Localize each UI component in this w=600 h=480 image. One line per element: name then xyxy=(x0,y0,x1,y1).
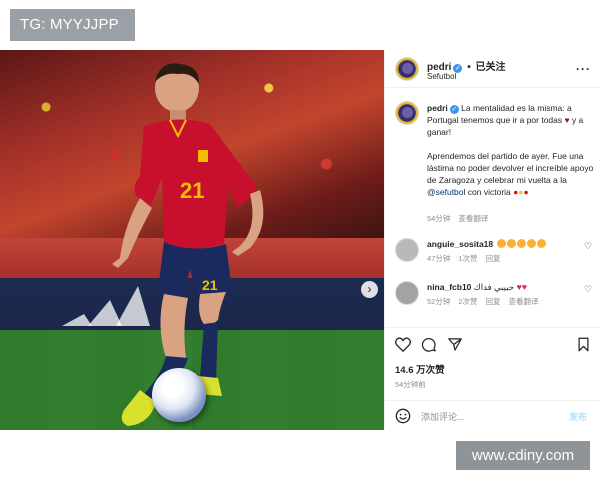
comment-likes[interactable]: 2次赞 xyxy=(458,297,477,306)
post-side-panel: pedri ✓ • 已关注 Sefutbol ··· pedri ✓ La ment… xyxy=(384,50,600,430)
circle-emojis-icon: ●●● xyxy=(513,187,529,197)
commenter-avatar[interactable] xyxy=(395,238,419,262)
caption-line1: La mentalidad es la misma: a Portugal te… xyxy=(427,103,572,125)
see-translation-button[interactable]: 查看翻译 xyxy=(458,214,488,223)
caption-meta: 54分钟 查看翻译 xyxy=(427,213,488,224)
follow-status-button[interactable]: 已关注 xyxy=(476,62,506,73)
author-avatar[interactable] xyxy=(395,57,419,81)
post-comment-button[interactable]: 发布 xyxy=(569,410,587,423)
commenter-username[interactable]: nina_fcb10 xyxy=(427,282,471,292)
likes-count[interactable]: 14.6 万次赞 xyxy=(395,362,445,376)
watermark-bottom: www.cdiny.com xyxy=(456,441,590,470)
see-translation-button[interactable]: 查看翻译 xyxy=(509,297,539,306)
share-icon[interactable] xyxy=(447,337,463,352)
post-photo[interactable]: 21 21 › xyxy=(0,50,384,430)
more-options-icon[interactable]: ··· xyxy=(576,62,591,76)
comment-time[interactable]: 47分钟 xyxy=(427,254,450,263)
post-header: pedri ✓ • 已关注 Sefutbol ··· xyxy=(385,50,600,88)
reply-button[interactable]: 回复 xyxy=(486,254,501,263)
comment-like-heart-icon[interactable]: ♡ xyxy=(584,284,592,295)
flag-emoji-icon: ♥ xyxy=(564,115,570,125)
comment-like-heart-icon[interactable]: ♡ xyxy=(584,241,592,252)
comment-line: nina_fcb10 حبيبي فداك ♥♥ xyxy=(427,282,527,293)
bookmark-icon[interactable] xyxy=(577,337,590,352)
add-comment-bar: 添加评论... 发布 xyxy=(385,400,600,430)
caption-line2: Aprendemos del partido de ayer. Fue una … xyxy=(427,151,594,185)
svg-text:21: 21 xyxy=(202,277,218,293)
heart-icon[interactable] xyxy=(395,337,411,352)
comment-text: حبيبي فداك xyxy=(473,282,515,292)
post-actions xyxy=(385,327,600,357)
commenter-username[interactable]: anguie_sosita18 xyxy=(427,239,493,249)
football xyxy=(152,368,206,422)
comment-likes[interactable]: 1次赞 xyxy=(458,254,477,263)
caption-avatar[interactable] xyxy=(395,101,419,125)
player-figure: 21 21 xyxy=(112,63,264,426)
comment-icon[interactable] xyxy=(421,337,437,352)
caption-line2-end: con victoria xyxy=(467,187,511,197)
comment-item: anguie_sosita18 47分钟 1次赞 回复 ♡ xyxy=(385,236,600,276)
mention-link[interactable]: @sefutbol xyxy=(427,187,465,197)
comment-meta: 52分钟 2次赞 回复 查看翻译 xyxy=(427,296,539,307)
svg-text:21: 21 xyxy=(180,178,204,203)
carousel-next-button[interactable]: › xyxy=(361,281,378,298)
comment-meta: 47分钟 1次赞 回复 xyxy=(427,253,501,264)
author-line: pedri ✓ • 已关注 xyxy=(427,58,506,73)
caption-text: pedri ✓ La mentalidad es la misma: a Port… xyxy=(427,102,597,198)
separator-dot: • xyxy=(467,62,471,73)
comment-time[interactable]: 52分钟 xyxy=(427,297,450,306)
caption-username[interactable]: pedri xyxy=(427,103,448,113)
emoji-row-icon xyxy=(496,239,546,249)
screenshot: TG: MYYJJPP 21 21 › pedri ✓ • 已关注 Sefutb… xyxy=(0,0,600,480)
caption-time[interactable]: 54分钟 xyxy=(427,214,450,223)
watermark-top: TG: MYYJJPP xyxy=(10,9,135,41)
commenter-avatar[interactable] xyxy=(395,281,419,305)
red-heart-emoji-icon: ♥♥ xyxy=(516,282,528,292)
chevron-right-icon: › xyxy=(367,282,372,296)
comment-item: nina_fcb10 حبيبي فداك ♥♥ 52分钟 2次赞 回复 查看翻译 ♡ xyxy=(385,279,600,319)
author-subtitle[interactable]: Sefutbol xyxy=(427,72,456,81)
emoji-icon[interactable] xyxy=(395,408,411,424)
comment-line: anguie_sosita18 xyxy=(427,239,546,249)
comment-input[interactable]: 添加评论... xyxy=(421,410,465,423)
verified-icon: ✓ xyxy=(449,105,459,114)
reply-button[interactable]: 回复 xyxy=(486,297,501,306)
post-date[interactable]: 54分钟前 xyxy=(395,379,426,390)
